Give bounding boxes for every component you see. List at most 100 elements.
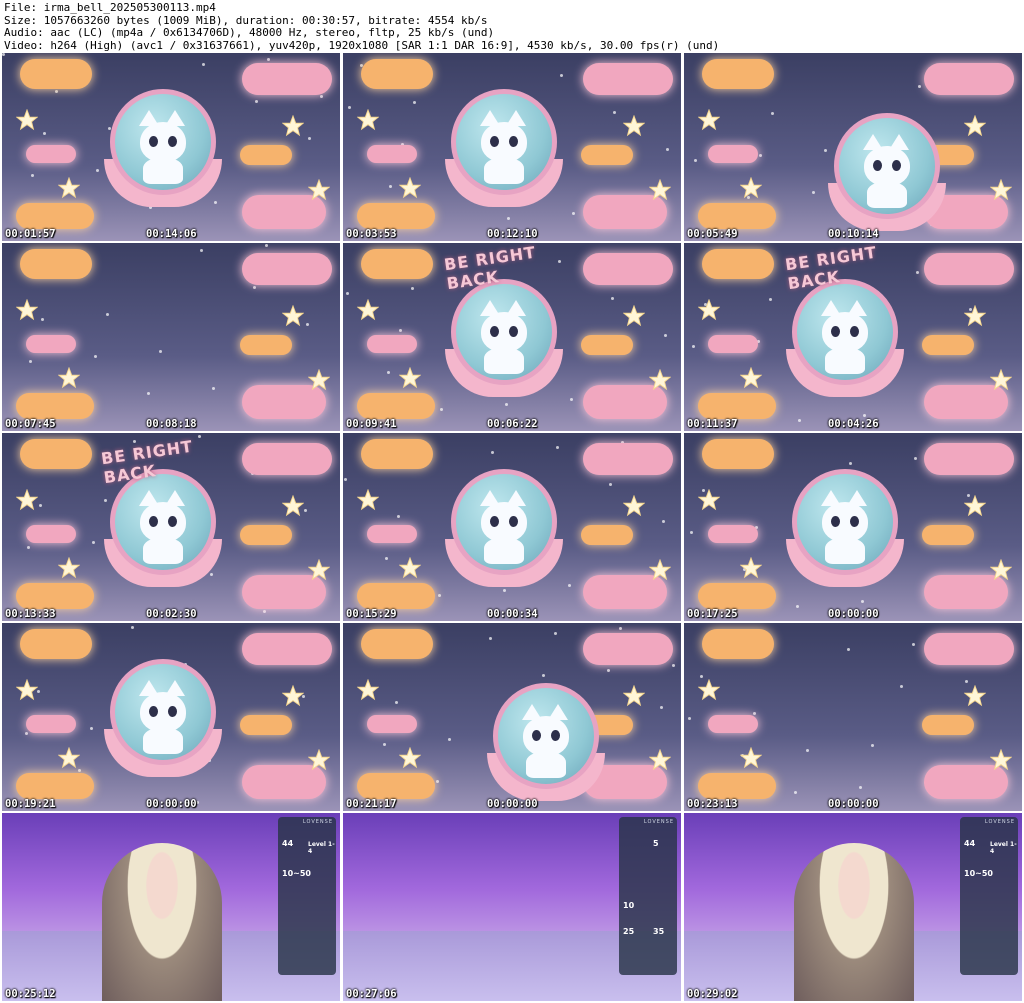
star-icon — [697, 298, 721, 321]
frame-timestamp: 00:25:12 — [5, 988, 56, 1000]
star-icon — [697, 488, 721, 511]
orange-cloud — [922, 525, 974, 545]
cat-eye — [831, 326, 840, 337]
cat-eye — [509, 136, 518, 147]
sparkle — [159, 350, 162, 353]
sparkle — [306, 323, 309, 326]
video-thumbnail[interactable]: 00:10:14 00:05:49 — [684, 53, 1022, 241]
sparkle — [568, 584, 571, 587]
star-icon — [989, 558, 1013, 581]
video-thumbnail[interactable]: 00:00:00 00:21:17 — [343, 623, 681, 811]
tip-level: 5 — [653, 839, 659, 848]
sparkle — [440, 408, 443, 411]
video-thumbnail[interactable]: 00:12:10 00:03:53 — [343, 53, 681, 241]
video-thumbnail[interactable]: 00:00:00 00:17:25 — [684, 433, 1022, 621]
cat-bubble — [110, 469, 216, 575]
sparkle — [104, 499, 107, 502]
audio-info-line: Audio: aac (LC) (mp4a / 0x6134706D), 480… — [4, 26, 495, 39]
streamer — [102, 843, 222, 1001]
orange-cloud — [922, 335, 974, 355]
sparkle — [672, 664, 675, 667]
sparkle — [27, 546, 30, 549]
sparkle — [438, 594, 441, 597]
sparkle — [399, 329, 402, 332]
cat-eye — [168, 516, 177, 527]
video-thumbnail[interactable]: 00:14:06 00:01:57 — [2, 53, 340, 241]
orange-cloud — [16, 773, 94, 799]
sparkle — [666, 148, 669, 151]
video-thumbnail[interactable]: 00:00:34 00:15:29 — [343, 433, 681, 621]
sparkle — [304, 509, 307, 512]
countdown-timer: 00:00:00 — [828, 798, 879, 810]
cat-bubble — [493, 683, 599, 789]
cat-eye — [490, 136, 499, 147]
sparkle — [609, 483, 612, 486]
sparkle — [255, 100, 258, 103]
countdown-timer: 00:00:00 — [828, 608, 879, 620]
frame-timestamp: 00:13:33 — [5, 608, 56, 620]
pink-cloud — [26, 145, 76, 163]
video-thumbnail[interactable]: 00:08:18 00:07:45 — [2, 243, 340, 431]
sparkle — [2, 53, 5, 56]
sparkle — [572, 212, 575, 215]
sparkle — [503, 589, 506, 592]
orange-cloud — [16, 393, 94, 419]
video-thumbnail[interactable]: BE RIGHT BACK 00:02:30 00:13:33 — [2, 433, 340, 621]
pink-cloud — [583, 253, 673, 285]
orange-cloud — [922, 715, 974, 735]
sparkle — [385, 557, 388, 560]
video-thumbnail[interactable]: BE RIGHT BACK 00:06:22 00:09:41 — [343, 243, 681, 431]
cat-head — [140, 692, 186, 732]
star-icon — [398, 366, 422, 389]
orange-cloud — [16, 583, 94, 609]
sparkle — [397, 515, 400, 518]
sparkle — [871, 744, 874, 747]
countdown-timer: 00:00:00 — [146, 798, 197, 810]
video-thumbnail[interactable]: LOVENSE 5 10 25 35 00:27:06 — [343, 813, 681, 1001]
cat-eye — [850, 516, 859, 527]
pink-cloud — [924, 443, 1014, 475]
video-thumbnail[interactable]: 00:00:00 00:23:13 — [684, 623, 1022, 811]
orange-cloud — [20, 249, 92, 279]
countdown-timer: 00:14:06 — [146, 228, 197, 240]
cat-eye — [831, 516, 840, 527]
frame-timestamp: 00:17:25 — [687, 608, 738, 620]
sparkle — [863, 414, 866, 417]
video-thumbnail[interactable]: LOVENSE 44 Level 1-4 10~50 00:25:12 — [2, 813, 340, 1001]
star-icon — [307, 368, 331, 391]
orange-cloud — [361, 439, 433, 469]
video-thumbnail[interactable]: LOVENSE 44 Level 1-4 10~50 00:29:02 — [684, 813, 1022, 1001]
star-icon — [989, 178, 1013, 201]
star-icon — [648, 368, 672, 391]
sparkle — [806, 749, 809, 752]
star-icon — [739, 176, 763, 199]
sparkle — [613, 111, 616, 114]
sparkle — [29, 360, 32, 363]
pink-cloud — [367, 335, 417, 353]
orange-cloud — [702, 439, 774, 469]
cat-bubble — [110, 659, 216, 765]
star-icon — [356, 488, 380, 511]
tip-level: 35 — [653, 927, 665, 936]
pink-cloud — [924, 633, 1014, 665]
video-thumbnail[interactable]: BE RIGHT BACK 00:04:26 00:11:37 — [684, 243, 1022, 431]
pink-cloud — [708, 715, 758, 733]
sparkle — [753, 712, 756, 715]
cat-eye — [551, 730, 560, 741]
tip-level: 44 — [282, 839, 294, 848]
sparkle — [824, 149, 827, 152]
pink-cloud — [583, 443, 673, 475]
sparkle — [507, 217, 510, 220]
sparkle — [692, 345, 695, 348]
countdown-timer: 00:10:14 — [828, 228, 879, 240]
cat-bubble — [834, 113, 940, 219]
cat-head — [864, 146, 910, 186]
sparkle — [320, 95, 323, 98]
sparkle — [694, 159, 697, 162]
video-info-line: Video: h264 (High) (avc1 / 0x31637661), … — [4, 38, 720, 52]
sparkle — [916, 271, 919, 274]
pink-cloud — [367, 525, 417, 543]
cat-eye — [149, 136, 158, 147]
frame-timestamp: 00:11:37 — [687, 418, 738, 430]
video-thumbnail[interactable]: 00:00:00 00:19:21 — [2, 623, 340, 811]
